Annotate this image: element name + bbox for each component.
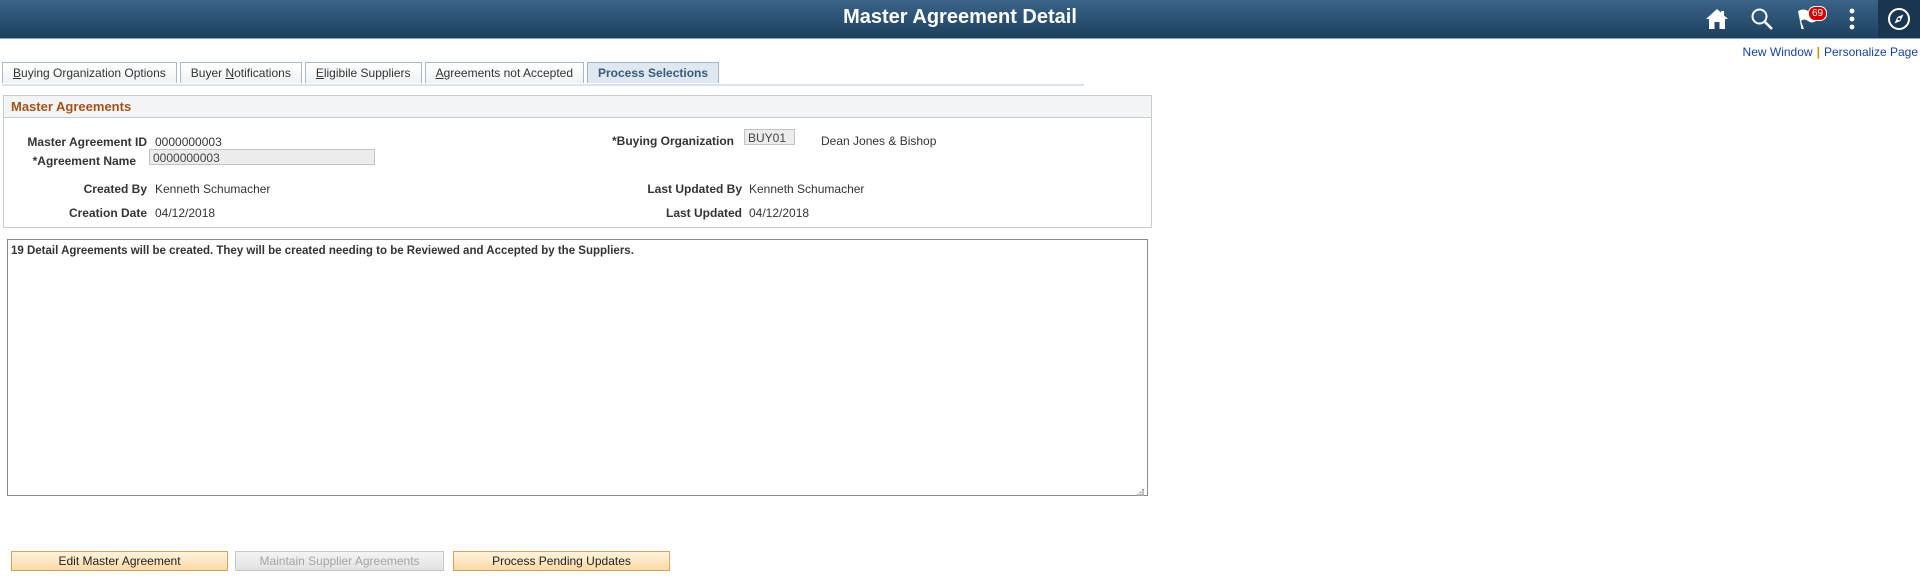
tab-label: Process Selections	[598, 66, 709, 80]
buying-organization-field[interactable]: BUY01	[744, 129, 795, 145]
notifications-button[interactable]: 69	[1784, 0, 1829, 38]
home-button[interactable]	[1694, 0, 1739, 38]
group-title: Master Agreements	[4, 96, 1151, 118]
resize-grip-icon[interactable]	[1137, 485, 1144, 496]
tab-label: ligibile Suppliers	[323, 66, 411, 80]
agreement-name-field[interactable]: 0000000003	[149, 149, 375, 165]
notification-count-badge: 69	[1808, 6, 1828, 21]
master-agreement-id-label: Master Agreement ID	[27, 135, 147, 149]
created-by-value: Kenneth Schumacher	[155, 182, 271, 196]
process-message-textarea[interactable]: 19 Detail Agreements will be created. Th…	[7, 239, 1148, 496]
created-by-label: Created By	[83, 182, 147, 196]
actions-menu-button[interactable]	[1829, 0, 1874, 38]
tab-label: uying Organization Options	[21, 66, 166, 80]
new-window-link[interactable]: New Window	[1743, 45, 1813, 59]
last-updated-label: Last Updated	[665, 206, 742, 220]
tab-accesskey: B	[13, 66, 22, 80]
process-message-text: 19 Detail Agreements will be created. Th…	[11, 245, 634, 257]
process-pending-updates-button[interactable]: Process Pending Updates	[453, 551, 670, 571]
tab-buying-organization-options[interactable]: Buying Organization Options	[2, 62, 177, 83]
tab-accesskey: A	[435, 66, 444, 80]
master-agreement-id-value: 0000000003	[155, 135, 222, 149]
tab-accesskey: N	[225, 66, 235, 80]
tab-label: greements not Accepted	[443, 66, 573, 80]
maintain-supplier-agreements-button[interactable]: Maintain Supplier Agreements	[235, 551, 444, 571]
home-icon	[1705, 8, 1729, 30]
page-banner: Master Agreement Detail 69	[0, 0, 1920, 39]
search-button[interactable]	[1739, 0, 1784, 38]
page-tabs: Buying Organization Options Buyer Notifi…	[2, 62, 1084, 86]
link-separator: |	[1816, 45, 1820, 59]
last-updated-value: 04/12/2018	[749, 206, 810, 220]
master-agreements-group: Master Agreements Master Agreement ID 00…	[3, 95, 1152, 228]
tab-accesskey: E	[315, 66, 324, 80]
tab-process-selections[interactable]: Process Selections	[587, 62, 720, 83]
creation-date-label: Creation Date	[68, 206, 147, 220]
buying-organization-label: *Buying Organization	[611, 134, 734, 148]
edit-master-agreement-button[interactable]: Edit Master Agreement	[11, 551, 228, 571]
creation-date-value: 04/12/2018	[155, 206, 216, 220]
tab-eligible-suppliers[interactable]: Eligibile Suppliers	[304, 62, 422, 83]
tab-label: otifications	[234, 66, 291, 80]
buying-organization-name: Dean Jones & Bishop	[821, 134, 937, 148]
tab-agreements-not-accepted[interactable]: Agreements not Accepted	[424, 62, 584, 83]
navbar-button[interactable]	[1878, 0, 1920, 38]
search-icon	[1750, 7, 1774, 31]
banner-actions: 69	[1694, 0, 1920, 38]
more-vertical-icon	[1849, 8, 1855, 30]
page-title: Master Agreement Detail	[843, 6, 1077, 28]
page-links: New Window | Personalize Page	[1743, 45, 1918, 59]
tab-buyer-notifications[interactable]: Buyer Notifications	[179, 62, 302, 83]
last-updated-by-label: Last Updated By	[647, 182, 742, 196]
compass-icon	[1887, 7, 1911, 31]
tab-label: Buyer	[190, 66, 226, 80]
personalize-page-link[interactable]: Personalize Page	[1824, 45, 1918, 59]
agreement-name-label: *Agreement Name	[32, 154, 136, 168]
last-updated-by-value: Kenneth Schumacher	[749, 182, 865, 196]
